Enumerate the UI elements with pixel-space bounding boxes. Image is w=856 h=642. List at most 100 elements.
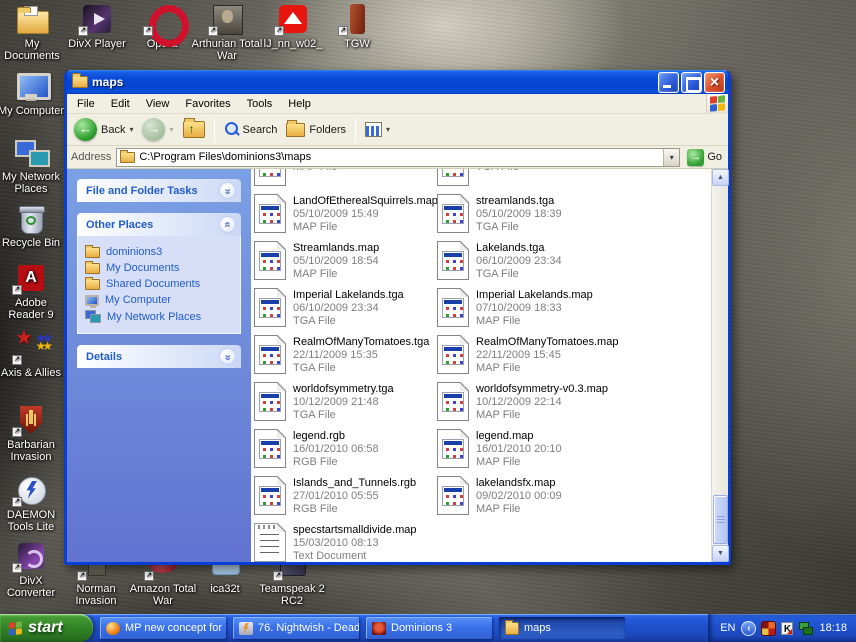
menu-file[interactable]: File [69,96,103,112]
scroll-up-icon[interactable] [712,169,729,186]
file-tile[interactable]: Lakelands.tga 06/10/2009 23:34 TGA File [437,239,620,286]
desktop-wallpaper: My Documents DivX Player Opera Arthurian… [0,0,856,642]
file-tile[interactable]: RealmOfManyTomatoes.map 22/11/2009 15:45… [437,333,620,380]
desktop-icon-divx-player[interactable]: DivX Player [62,3,132,50]
tray-collapse-chevron-icon[interactable] [741,621,756,636]
file-tile[interactable]: RealmOfManyTomatoes.tga 22/11/2009 15:35… [254,333,437,380]
divx-player-icon [79,3,115,35]
section-header[interactable]: Other Places [77,213,241,236]
menu-tools[interactable]: Tools [239,96,281,112]
tga-file-icon [437,194,469,233]
file-type: TGA File [293,409,394,422]
map-file-icon [254,241,286,280]
file-info: 03/10/2009 17:48 MAP File [293,169,379,192]
opera-icon [144,3,180,35]
sidebar-item-my-network-places[interactable]: My Network Places [85,308,236,325]
desktop-icon-label: DAEMON Tools Lite [0,509,66,533]
desktop-icon-daemon-tools[interactable]: DAEMON Tools Lite [0,474,66,533]
chevron-down-icon[interactable] [219,182,236,199]
file-tiles: 03/10/2009 17:48 MAP File 04/10/2009 21:… [251,169,711,562]
go-button[interactable]: Go [685,149,724,166]
address-dropdown-icon[interactable]: ▾ [663,149,679,166]
tray-app-icon[interactable] [762,622,775,635]
taskbar-task-firefox[interactable]: MP new concept for ... [100,617,226,639]
file-type: MAP File [476,409,608,422]
taskbar-task-winamp[interactable]: 76. Nightwish - Dead ... [233,617,359,639]
start-button[interactable]: start [0,614,93,642]
toolbar-separator [355,118,356,142]
scrollbar-thumb[interactable] [713,495,728,544]
desktop-icon-adobe-reader[interactable]: Adobe Reader 9 [0,262,66,321]
views-dropdown-icon[interactable]: ▾ [386,125,390,134]
menu-edit[interactable]: Edit [103,96,138,112]
sidebar-item-dominions3[interactable]: dominions3 [85,244,236,260]
file-tile[interactable]: legend.rgb 16/01/2010 06:58 RGB File [254,427,437,474]
desktop-icon-my-network-places[interactable]: My Network Places [0,136,66,195]
file-tile[interactable]: Imperial Lakelands.map 07/10/2009 18:33 … [437,286,620,333]
desktop-icon-my-documents[interactable]: My Documents [0,3,67,62]
kaspersky-icon[interactable] [781,622,793,635]
file-info: Islands_and_Tunnels.rgb 27/01/2010 05:55… [293,476,416,521]
file-tile[interactable]: legend.map 16/01/2010 20:10 MAP File [437,427,620,474]
forward-button[interactable]: ▾ [139,118,176,141]
file-tile[interactable]: lakelandsfx.map 09/02/2010 00:09 MAP Fil… [437,474,620,521]
tga-file-icon [254,382,286,421]
desktop-icon-recycle-bin[interactable]: Recycle Bin [0,202,66,249]
sidebar-item-my-computer[interactable]: My Computer [85,292,236,308]
chevron-down-icon[interactable] [219,348,236,365]
back-button[interactable]: Back ▾ [71,118,136,141]
file-tile[interactable]: LandOfEtherealSquirrels.map 05/10/2009 1… [254,192,437,239]
taskbar-task-maps[interactable]: maps [499,617,625,639]
desktop-icon-my-computer[interactable]: My Computer [0,70,66,117]
file-tile[interactable]: Imperial Lakelands.tga 06/10/2009 23:34 … [254,286,437,333]
menu-view[interactable]: View [138,96,178,112]
desktop-icon-divx-converter[interactable]: DivX Converter [0,540,66,599]
network-status-icon[interactable] [799,622,813,635]
divx-converter-icon [13,540,49,572]
sidebar-item-my-documents[interactable]: My Documents [85,260,236,276]
desktop-icon-label: Adobe Reader 9 [0,297,66,321]
desktop-icon-barbarian-invasion[interactable]: Barbarian Invasion [0,404,66,463]
menu-favorites[interactable]: Favorites [177,96,238,112]
file-tile[interactable]: specstartsmalldivide.map 15/03/2010 08:1… [254,521,437,562]
file-tile[interactable]: Streamlands.map 05/10/2009 18:54 MAP Fil… [254,239,437,286]
file-tile[interactable]: 03/10/2009 17:48 MAP File [254,169,437,192]
desktop-icon-opera[interactable]: Opera [127,3,197,50]
language-indicator[interactable]: EN [720,622,735,634]
close-button[interactable] [704,72,725,93]
section-header[interactable]: Details [77,345,241,368]
desktop-icon-tgw[interactable]: TGW [322,3,392,50]
vertical-scrollbar[interactable] [711,169,728,562]
menu-help[interactable]: Help [280,96,319,112]
title-bar[interactable]: maps [67,70,728,94]
desktop-icon-axis-and-allies[interactable]: Axis & Allies [0,332,66,379]
back-dropdown-icon[interactable]: ▾ [129,125,133,134]
chevron-up-icon[interactable] [219,216,236,233]
desktop-icon-label: ica32t [190,583,260,595]
address-label: Address [71,151,111,163]
file-date: 05/10/2009 15:49 [293,208,437,221]
sidebar-item-shared-documents[interactable]: Shared Documents [85,276,236,292]
file-tile[interactable]: 04/10/2009 21:37 TGA File [437,169,620,192]
folders-button[interactable]: Folders [283,123,349,137]
file-tile[interactable]: worldofsymmetry.tga 10/12/2009 21:48 TGA… [254,380,437,427]
section-header[interactable]: File and Folder Tasks [77,179,241,202]
sidebar-item-label: Shared Documents [106,278,200,290]
desktop-icon-label: TGW [322,38,392,50]
maximize-button[interactable] [681,72,702,93]
file-tile[interactable]: worldofsymmetry-v0.3.map 10/12/2009 22:1… [437,380,620,427]
address-field[interactable]: ▾ [116,148,680,167]
file-tile[interactable]: Islands_and_Tunnels.rgb 27/01/2010 05:55… [254,474,437,521]
file-date: 22/11/2009 15:35 [293,349,429,362]
taskbar-task-dominions3[interactable]: Dominions 3 [366,617,492,639]
desktop-icon-label: Teamspeak 2 RC2 [254,583,330,607]
desktop-icon-lj-nn-w02[interactable]: lJ_nn_w02_ [256,3,330,50]
minimize-button[interactable] [658,72,679,93]
up-button[interactable] [180,121,208,138]
views-button[interactable]: ▾ [362,122,393,137]
desktop-icon-arthurian-total-war[interactable]: Arthurian Total War [190,3,264,62]
search-button[interactable]: Search [221,122,281,137]
scroll-down-icon[interactable] [712,545,729,562]
file-tile[interactable]: streamlands.tga 05/10/2009 18:39 TGA Fil… [437,192,620,239]
address-input[interactable] [139,150,659,165]
